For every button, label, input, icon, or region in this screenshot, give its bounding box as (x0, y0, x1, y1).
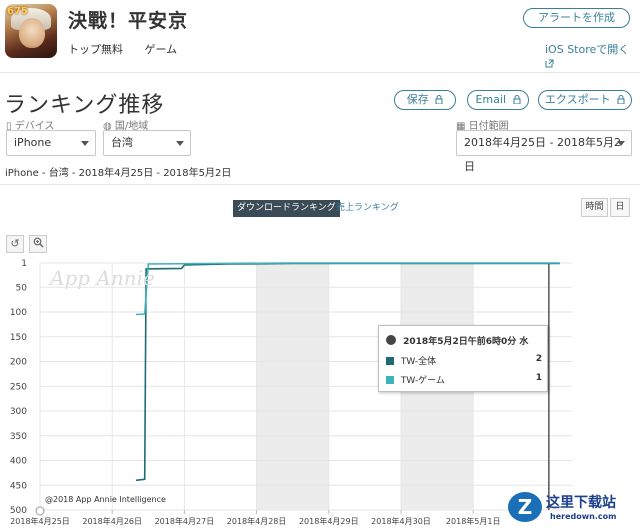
country-select[interactable]: 台湾 (103, 130, 191, 156)
tab-download-ranking[interactable]: ダウンロードランキング (233, 200, 340, 217)
create-alert-label: アラートを作成 (538, 11, 615, 24)
y-tick-label: 1 (21, 259, 27, 269)
x-tick-label: 2018年5月1日 (446, 516, 501, 526)
app-icon[interactable]: 675 (5, 4, 57, 58)
zoom-in-icon[interactable] (29, 235, 47, 253)
series-swatch (386, 376, 394, 384)
device-value: iPhone (14, 136, 52, 149)
y-tick-label: 250 (10, 382, 27, 392)
site-logo-domain: heredown.com (550, 512, 617, 521)
app-header: 675 決戰！平安京 トップ無料 ゲーム アラートを作成 iOS Storeで開… (0, 0, 640, 72)
globe-icon (386, 335, 396, 345)
tooltip-series-name: TW-ゲーム (400, 376, 445, 386)
chevron-down-icon (81, 141, 89, 146)
y-tick-label: 100 (10, 308, 27, 318)
app-icon-face (19, 18, 45, 48)
series-line (135, 262, 560, 316)
export-label: エクスポート (544, 93, 611, 106)
site-logo-name: 这里下载站 (546, 495, 616, 511)
email-button[interactable]: Email (467, 90, 529, 110)
chevron-down-icon (617, 141, 625, 146)
series-swatch (386, 357, 394, 365)
chart-tooltip: 2018年5月2日午前6時0分 水 TW-全体 2 TW-ゲーム 1 (378, 325, 548, 392)
x-tick-label: 2018年4月25日 (10, 516, 70, 526)
toggle-hour[interactable]: 時間 (581, 198, 608, 217)
site-logo: Z 这里下载站 heredown.com (508, 490, 638, 526)
chart-copyright: @2018 App Annie Intelligence (45, 495, 166, 504)
save-label: 保存 (406, 93, 429, 106)
tooltip-header: 2018年5月2日午前6時0分 水 (386, 334, 528, 347)
y-tick-label: 450 (10, 481, 27, 491)
device-select[interactable]: iPhone (6, 130, 96, 156)
y-tick-label: 400 (10, 457, 27, 467)
toggle-day[interactable]: 日 (610, 198, 630, 217)
y-tick-label: 350 (10, 432, 27, 442)
y-tick-label: 150 (10, 333, 27, 343)
undo-icon[interactable]: ↺ (6, 235, 24, 253)
tooltip-row: TW-ゲーム 1 (386, 373, 542, 386)
country-value: 台湾 (111, 136, 133, 149)
y-tick-label: 300 (10, 407, 27, 417)
chart-subtitle: iPhone - 台湾 - 2018年4月25日 - 2018年5月2日 (5, 168, 232, 179)
chevron-down-icon (176, 141, 184, 146)
app-title: 決戰！平安京 (68, 10, 189, 32)
x-tick-label: 2018年4月28日 (227, 516, 287, 526)
lock-icon (513, 95, 521, 105)
export-button[interactable]: エクスポート (538, 90, 632, 110)
x-tick-label: 2018年4月26日 (82, 516, 142, 526)
x-tick-label: 2018年4月30日 (371, 516, 431, 526)
lock-icon (435, 95, 443, 105)
x-tick-label: 2018年4月29日 (299, 516, 359, 526)
ios-store-label: iOS Storeで開く (545, 43, 630, 56)
tooltip-series-name: TW-全体 (400, 357, 437, 367)
header-divider (0, 72, 640, 73)
range-slider-handle (35, 506, 45, 516)
y-tick-label: 200 (10, 358, 27, 368)
save-button[interactable]: 保存 (394, 90, 456, 110)
date-range-select[interactable]: 2018年4月25日 - 2018年5月2日 (456, 130, 632, 173)
x-tick-label: 2018年4月27日 (155, 516, 215, 526)
ios-store-link[interactable]: iOS Storeで開く (545, 41, 640, 70)
tooltip-header-text: 2018年5月2日午前6時0分 水 (403, 337, 529, 347)
tab-sales-ranking[interactable]: 売上ランキング (336, 200, 399, 217)
external-link-icon (545, 59, 554, 68)
app-icon-badge: 675 (7, 6, 28, 17)
y-tick-label: 50 (16, 283, 28, 293)
y-tick-label: 500 (10, 506, 27, 516)
site-logo-mark: Z (508, 492, 542, 522)
date-range-value: 2018年4月25日 - 2018年5月2日 (464, 136, 621, 173)
tooltip-series-value: 1 (535, 373, 542, 383)
app-category: トップ無料 ゲーム (68, 41, 195, 57)
page-title: ランキング推移 (4, 93, 165, 118)
create-alert-button[interactable]: アラートを作成 (523, 8, 630, 28)
tooltip-row: TW-全体 2 (386, 354, 542, 367)
category-rank[interactable]: トップ無料 (68, 43, 123, 56)
lock-icon (617, 95, 625, 105)
chart-watermark: App Annie (50, 266, 155, 290)
tooltip-series-value: 2 (535, 354, 542, 364)
email-label: Email (475, 93, 507, 106)
category-genre[interactable]: ゲーム (145, 43, 178, 56)
